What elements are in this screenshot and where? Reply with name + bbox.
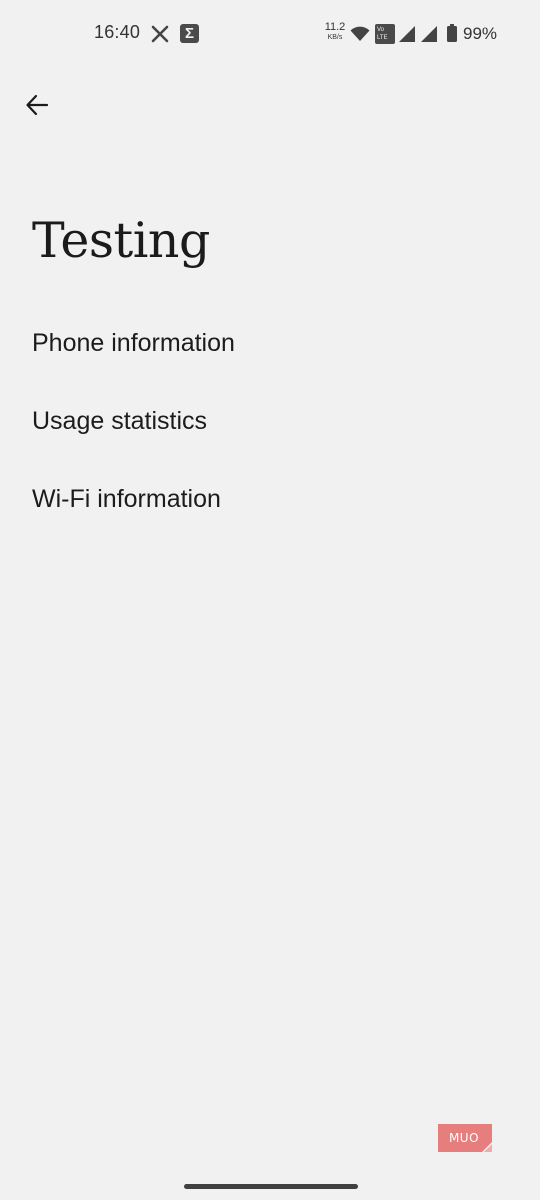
- settings-list: Phone information Usage statistics Wi-Fi…: [0, 304, 540, 538]
- menu-item-label: Wi-Fi information: [32, 484, 221, 513]
- x-app-icon: [151, 25, 169, 43]
- status-time: 16:40: [94, 22, 141, 42]
- muo-watermark-logo: MUO: [438, 1124, 492, 1152]
- status-bar: 16:40 Σ 11.2 KB/s Vo LTE 99%: [0, 0, 540, 68]
- signal-icon: [399, 26, 415, 42]
- network-speed-value: 11.2: [324, 21, 346, 33]
- svg-text:MUO: MUO: [449, 1131, 479, 1145]
- menu-item-phone-information[interactable]: Phone information: [0, 304, 540, 382]
- volte-top-label: Vo: [377, 27, 385, 33]
- sigma-app-icon: Σ: [180, 24, 199, 43]
- wifi-icon: [350, 26, 370, 41]
- back-button[interactable]: [16, 84, 58, 126]
- menu-item-label: Usage statistics: [32, 406, 208, 435]
- menu-item-wifi-information[interactable]: Wi-Fi information: [0, 460, 540, 538]
- battery-percent: 99%: [463, 24, 498, 43]
- volte-bottom-label: LTE: [377, 35, 388, 41]
- volte-icon: Vo LTE: [375, 24, 395, 44]
- battery-icon: [447, 24, 457, 42]
- page-title: Testing: [32, 212, 210, 269]
- menu-item-label: Phone information: [32, 328, 235, 357]
- arrow-left-icon: [26, 94, 49, 116]
- signal-icon: [421, 26, 437, 42]
- network-speed: 11.2 KB/s: [320, 21, 350, 42]
- menu-item-usage-statistics[interactable]: Usage statistics: [0, 382, 540, 460]
- network-speed-unit: KB/s: [327, 34, 343, 41]
- gesture-navigation-bar[interactable]: [184, 1184, 358, 1189]
